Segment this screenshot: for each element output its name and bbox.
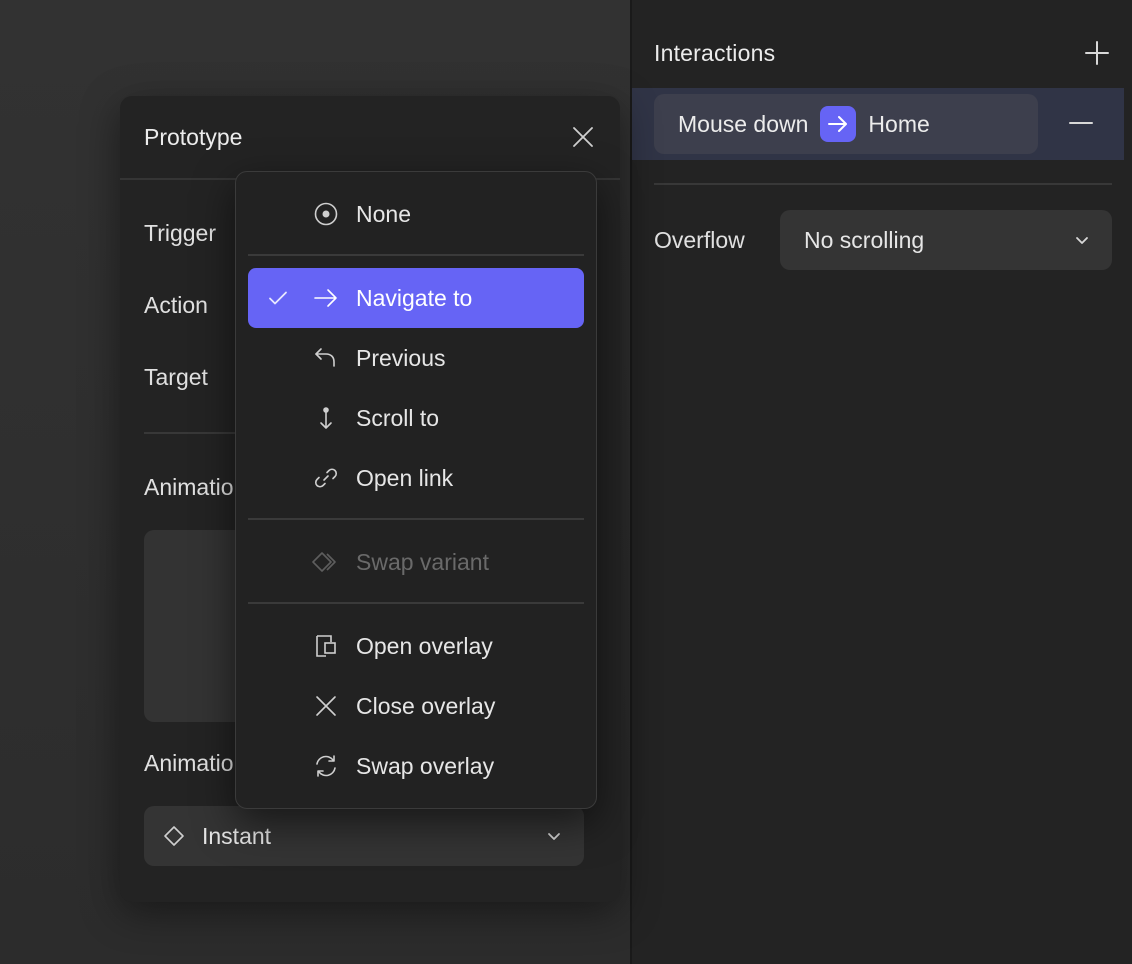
chevron-down-icon	[548, 833, 560, 840]
close-icon	[573, 127, 593, 147]
interaction-trigger: Mouse down	[678, 110, 809, 137]
link-icon	[314, 468, 338, 488]
swap-icon	[316, 755, 336, 777]
menu-item-previous[interactable]: Previous	[248, 328, 584, 388]
menu-item-label: Open link	[356, 465, 454, 491]
menu-item-swap-variant: Swap variant	[248, 532, 584, 592]
menu-item-label: Swap overlay	[356, 753, 495, 779]
divider	[654, 183, 1112, 185]
menu-item-label: Scroll to	[356, 405, 440, 431]
overflow-label: Overflow	[654, 226, 745, 253]
scroll-down-icon	[320, 407, 332, 429]
easing-value: Instant	[202, 822, 272, 849]
action-menu: None Navigate to Previous Scroll to Open…	[235, 171, 597, 809]
menu-item-close-overlay[interactable]: Close overlay	[248, 676, 584, 736]
menu-item-label: Close overlay	[356, 693, 496, 719]
menu-item-label: Navigate to	[356, 285, 473, 311]
animation-label: Animatio	[144, 474, 234, 500]
check-icon	[269, 291, 287, 305]
target-label: Target	[144, 364, 208, 390]
swap-variant-icon	[312, 552, 336, 572]
menu-item-label: Open overlay	[356, 633, 493, 659]
trigger-label: Trigger	[144, 220, 216, 246]
menu-separator	[248, 254, 584, 256]
menu-item-label: None	[356, 201, 411, 227]
interaction-target: Home	[868, 110, 930, 137]
overlay-icon	[316, 635, 336, 657]
section-divider	[144, 432, 244, 434]
menu-item-label: Swap variant	[356, 549, 489, 575]
close-button[interactable]	[568, 122, 598, 152]
menu-item-scroll-to[interactable]: Scroll to	[248, 388, 584, 448]
overflow-row: Overflow No scrolling	[654, 210, 1112, 270]
chevron-down-icon	[1076, 237, 1088, 244]
menu-separator	[248, 518, 584, 520]
menu-item-none[interactable]: None	[248, 184, 584, 244]
easing-select[interactable]: Instant	[144, 806, 584, 866]
interactions-header: Interactions	[654, 36, 1112, 70]
interactions-title: Interactions	[654, 39, 776, 66]
menu-separator	[248, 602, 584, 604]
close-icon	[316, 696, 336, 716]
navigate-arrow-badge	[820, 106, 857, 142]
prototype-header: Prototype	[144, 118, 598, 156]
prototype-title: Prototype	[144, 123, 243, 150]
menu-item-navigate-to[interactable]: Navigate to	[248, 268, 584, 328]
action-label: Action	[144, 292, 208, 318]
interaction-pill[interactable]: Mouse down Home	[654, 94, 1038, 154]
menu-item-open-overlay[interactable]: Open overlay	[248, 616, 584, 676]
plus-icon	[1085, 41, 1109, 65]
arrow-right-icon	[828, 116, 848, 132]
remove-interaction-button[interactable]	[1066, 108, 1096, 138]
radio-dot-icon	[314, 202, 338, 226]
minus-icon	[1069, 122, 1093, 124]
interaction-row: Mouse down Home	[632, 88, 1124, 160]
back-arrow-icon	[315, 348, 335, 367]
menu-item-swap-overlay[interactable]: Swap overlay	[248, 736, 584, 796]
menu-item-open-link[interactable]: Open link	[248, 448, 584, 508]
animation-easing-label: Animatio	[144, 750, 234, 776]
overflow-select[interactable]: No scrolling	[780, 210, 1112, 270]
overflow-value: No scrolling	[804, 226, 925, 253]
menu-item-label: Previous	[356, 345, 446, 371]
arrow-right-icon	[314, 289, 337, 307]
add-interaction-button[interactable]	[1082, 38, 1112, 68]
interactions-panel: Interactions Mouse down Home Overflow No…	[630, 0, 1132, 964]
diamond-icon	[164, 826, 184, 846]
